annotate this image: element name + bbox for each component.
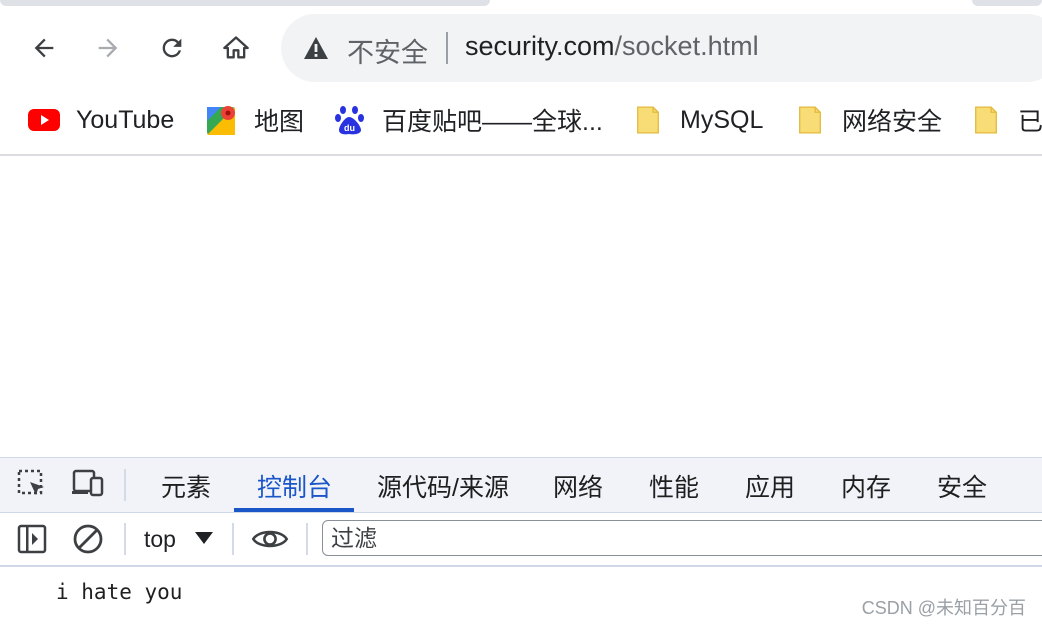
tab-elements[interactable]: 元素 bbox=[161, 468, 211, 504]
bookmark-maps[interactable]: 地图 bbox=[206, 102, 304, 138]
address-bar[interactable]: 不安全 security.com/socket.html bbox=[281, 14, 1042, 82]
folder-icon bbox=[794, 104, 826, 136]
tab-network[interactable]: 网络 bbox=[553, 468, 603, 504]
tab-security[interactable]: 安全 bbox=[937, 468, 987, 504]
eye-icon[interactable] bbox=[250, 523, 290, 555]
page-content[interactable] bbox=[0, 156, 1042, 456]
maps-icon bbox=[206, 104, 238, 136]
bookmark-label: 网络安全 bbox=[842, 108, 943, 136]
toolbar-separator bbox=[232, 523, 234, 555]
tab-console[interactable]: 控制台 bbox=[257, 468, 332, 504]
url-host: security.com bbox=[465, 31, 615, 61]
console-toolbar: top bbox=[0, 512, 1042, 567]
home-button[interactable] bbox=[216, 28, 256, 68]
back-arrow-icon bbox=[34, 38, 54, 58]
address-separator bbox=[446, 32, 448, 64]
filter-input[interactable] bbox=[322, 520, 1042, 556]
device-toolbar-icon[interactable] bbox=[70, 468, 106, 500]
tab-edge-right[interactable] bbox=[972, 0, 1042, 6]
clear-console-icon[interactable] bbox=[70, 522, 106, 556]
toolbar-separator bbox=[306, 523, 308, 555]
bookmark-label: MySQL bbox=[680, 105, 764, 134]
folder-icon bbox=[970, 104, 1002, 136]
bookmark-folder-network-security[interactable]: 网络安全 bbox=[794, 102, 942, 138]
bookmark-baidu-tieba[interactable]: du 百度贴吧——全球... bbox=[334, 102, 603, 138]
browser-toolbar: 不安全 security.com/socket.html bbox=[0, 12, 1042, 84]
url-path: /socket.html bbox=[614, 31, 759, 61]
bookmarks-bar: YouTube 地图 du 百度贴吧——全球... MySQL 网络安全 已 bbox=[0, 86, 1042, 154]
tab-memory[interactable]: 内存 bbox=[841, 468, 891, 504]
sidebar-toggle-icon[interactable] bbox=[16, 523, 48, 555]
back-button[interactable] bbox=[24, 28, 64, 68]
devtools-tab-bar: 元素 控制台 源代码/来源 网络 性能 应用 内存 安全 bbox=[0, 457, 1042, 512]
forward-arrow-icon bbox=[98, 38, 118, 58]
forward-button[interactable] bbox=[88, 28, 128, 68]
bookmark-folder-mysql[interactable]: MySQL bbox=[632, 102, 763, 138]
youtube-icon bbox=[28, 104, 60, 136]
tab-sources[interactable]: 源代码/来源 bbox=[377, 468, 509, 504]
chevron-down-icon[interactable] bbox=[195, 532, 213, 544]
reload-icon bbox=[162, 38, 182, 58]
toolbar-separator bbox=[124, 469, 126, 501]
tab-strip bbox=[0, 0, 1042, 12]
tab-performance[interactable]: 性能 bbox=[649, 468, 699, 504]
reload-button[interactable] bbox=[152, 28, 192, 68]
context-selector[interactable]: top bbox=[144, 526, 176, 553]
inspect-element-icon[interactable] bbox=[14, 468, 50, 500]
watermark: CSDN @未知百分百 bbox=[861, 598, 1026, 618]
tab-application[interactable]: 应用 bbox=[745, 468, 795, 504]
bookmark-folder-cut-off[interactable]: 已 bbox=[970, 102, 1042, 138]
bookmark-label: 百度贴吧——全球... bbox=[382, 108, 603, 136]
baidu-icon: du bbox=[334, 104, 366, 136]
bookmark-label: 地图 bbox=[254, 108, 305, 136]
bookmark-label: 已 bbox=[1018, 108, 1042, 136]
tab-edge-left[interactable] bbox=[0, 0, 490, 6]
toolbar-separator bbox=[124, 523, 126, 555]
folder-icon bbox=[632, 104, 664, 136]
bookmark-label: YouTube bbox=[76, 105, 175, 134]
home-icon bbox=[223, 36, 249, 59]
warning-icon[interactable] bbox=[303, 36, 329, 60]
bookmark-youtube[interactable]: YouTube bbox=[28, 102, 174, 138]
console-log-message: i hate you bbox=[56, 580, 183, 604]
security-status-label[interactable]: 不安全 bbox=[347, 31, 428, 70]
url-text[interactable]: security.com/socket.html bbox=[465, 31, 759, 62]
svg-text:du: du bbox=[344, 123, 355, 133]
